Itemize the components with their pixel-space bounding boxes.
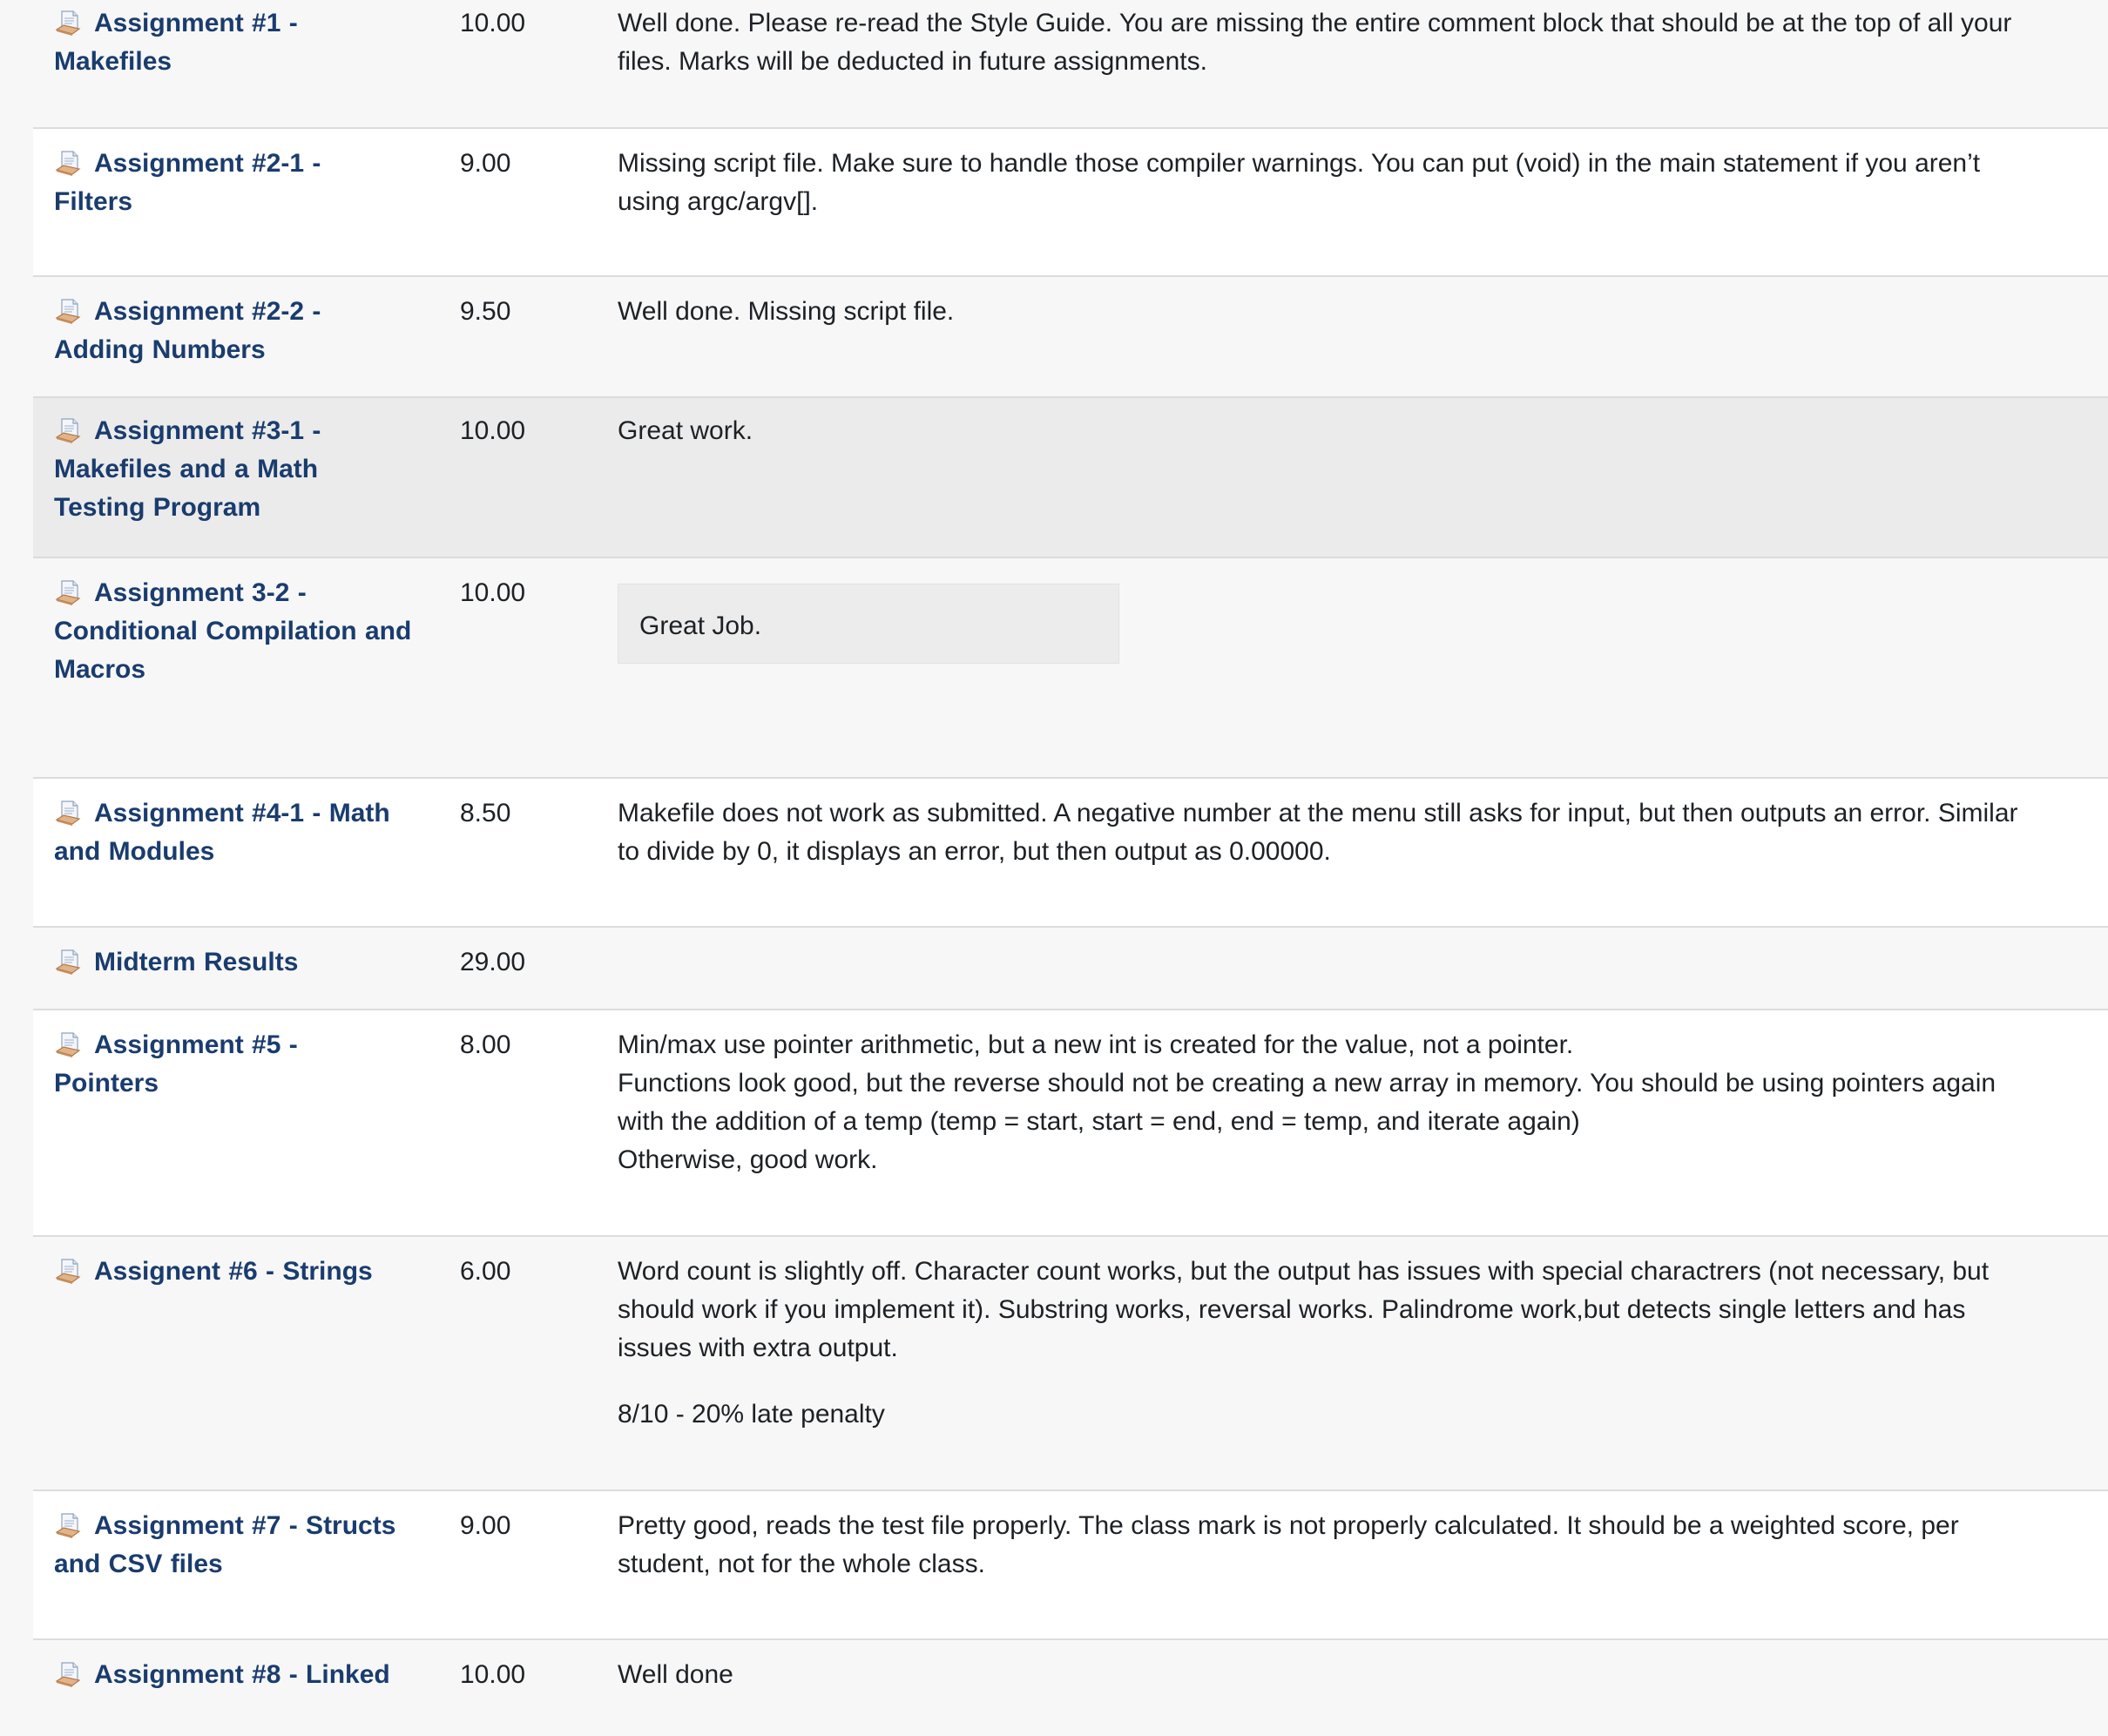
assignment-icon	[55, 151, 81, 176]
grade-row: Assignment #2-1 - Filters 9.00 Missing sc…	[33, 129, 2108, 277]
grade-value: 10.00	[460, 416, 526, 445]
feedback-text: Well done. Missing script file.	[618, 297, 955, 326]
assignment-icon	[55, 1662, 81, 1687]
grade-row: Assignment #5 - Pointers 8.00 Min/max use…	[33, 1010, 2108, 1237]
grade-item-link[interactable]: Assignment #1 - Makefiles	[54, 9, 298, 76]
assignment-icon	[55, 949, 81, 975]
grade-value: 10.00	[460, 1660, 526, 1689]
feedback-text: Makefile does not work as submitted. A n…	[618, 799, 2018, 866]
grade-item-link[interactable]: Assignment 3-2 - Conditional Compilation …	[54, 578, 411, 684]
grade-item-name[interactable]: Assignment #8 - Linked	[33, 1640, 460, 1736]
grade-item-link[interactable]: Assignment #3-1 - Makefiles and a Math Tes…	[54, 416, 321, 522]
grade-item-link[interactable]: Assignment #8 - Linked	[54, 1660, 390, 1689]
grade-value: 8.50	[460, 799, 511, 827]
grade-row: Assignment 3-2 - Conditional Compilation …	[33, 558, 2108, 779]
assignment-icon	[55, 1259, 81, 1284]
grade-item-name[interactable]: Assignment #5 - Pointers	[33, 1010, 460, 1235]
assignment-icon	[55, 1032, 81, 1057]
grade-item-name[interactable]: Assignment #1 - Makefiles	[33, 0, 460, 127]
grade-item-name[interactable]: Assignment 3-2 - Conditional Compilation …	[33, 558, 460, 777]
grade-value: 9.00	[460, 1511, 511, 1540]
grade-item-link[interactable]: Midterm Results	[54, 948, 298, 976]
grade-item-name[interactable]: Assignment #7 - Structs and CSV files	[33, 1491, 460, 1638]
grade-value: 8.00	[460, 1030, 511, 1059]
grade-row: Assignment #1 - Makefiles 10.00 Well done…	[33, 0, 2108, 129]
grade-item-link[interactable]: Assignment #4-1 - Math and Modules	[54, 799, 390, 866]
grade-row: Midterm Results 29.00	[33, 928, 2108, 1010]
feedback-late-penalty: 8/10 - 20% late penalty	[618, 1400, 885, 1429]
feedback-text: Great work.	[618, 416, 753, 445]
feedback-box: Great Job.	[618, 584, 1119, 664]
feedback-text: Well done	[618, 1660, 733, 1689]
grade-item-name[interactable]: Assignment #2-1 - Filters	[33, 129, 460, 275]
grade-item-name[interactable]: Assignent #6 - Strings	[33, 1237, 460, 1489]
feedback-text: Min/max use pointer arithmetic, but a ne…	[618, 1030, 1997, 1174]
feedback-text: Well done. Please re-read the Style Guid…	[618, 9, 2012, 76]
grade-item-name[interactable]: Assignment #2-2 - Adding Numbers	[33, 277, 460, 396]
grade-item-link[interactable]: Assignent #6 - Strings	[54, 1257, 373, 1286]
grade-item-link[interactable]: Assignment #7 - Structs and CSV files	[54, 1511, 395, 1578]
grade-value: 10.00	[460, 578, 526, 607]
grade-row: Assignment #7 - Structs and CSV files 9.0…	[33, 1491, 2108, 1640]
grade-row: Assignment #2-2 - Adding Numbers 9.50 Wel…	[33, 277, 2108, 398]
grade-row: Assignent #6 - Strings 6.00 Word count i…	[33, 1237, 2108, 1491]
grade-value: 9.50	[460, 297, 511, 326]
feedback-text	[618, 928, 2108, 1009]
assignment-icon	[55, 10, 81, 36]
grade-value: 29.00	[460, 948, 526, 976]
assignment-icon	[55, 1513, 81, 1538]
grade-value: 10.00	[460, 9, 526, 37]
grade-item-link[interactable]: Assignment #2-1 - Filters	[54, 149, 321, 216]
feedback-text: Pretty good, reads the test file properl…	[618, 1511, 1959, 1578]
assignment-icon	[55, 299, 81, 324]
grade-row: Assignment #4-1 - Math and Modules 8.50 M…	[33, 779, 2108, 928]
assignment-icon	[55, 800, 81, 826]
grade-row: Assignment #3-1 - Makefiles and a Math Tes…	[33, 398, 2108, 558]
feedback-paragraph: Word count is slightly off. Character co…	[618, 1257, 1990, 1362]
grade-value: 6.00	[460, 1257, 511, 1286]
grade-item-link[interactable]: Assignment #2-2 - Adding Numbers	[54, 297, 321, 364]
grade-value: 9.00	[460, 149, 511, 178]
grade-item-name[interactable]: Assignment #4-1 - Math and Modules	[33, 779, 460, 926]
grade-table: Assignment #1 - Makefiles 10.00 Well done…	[33, 0, 2108, 1736]
feedback-text: Missing script file. Make sure to handle…	[618, 149, 1981, 216]
grade-item-link[interactable]: Assignment #5 - Pointers	[54, 1030, 298, 1098]
feedback-text: Word count is slightly off. Character co…	[618, 1237, 2108, 1489]
feedback-text: Great Job.	[618, 558, 2108, 777]
assignment-icon	[55, 580, 81, 605]
grade-item-name[interactable]: Assignment #3-1 - Makefiles and a Math Tes…	[33, 398, 460, 557]
grade-item-name[interactable]: Midterm Results	[33, 928, 460, 1009]
grade-row: Assignment #8 - Linked 10.00 Well done	[33, 1640, 2108, 1736]
assignment-icon	[55, 418, 81, 443]
